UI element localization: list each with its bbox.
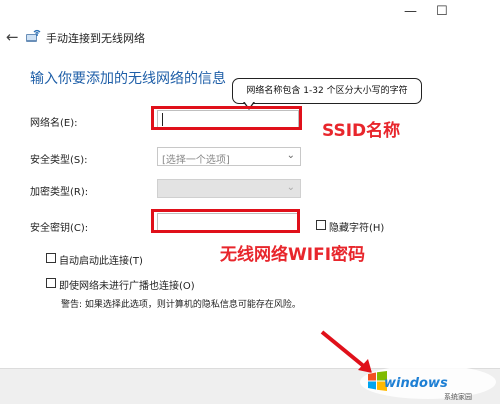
password-annotation: 无线网络WIFI密码	[220, 245, 366, 265]
watermark-sub: 系统家园	[444, 393, 472, 401]
encryption-type-label: 加密类型(R):	[30, 187, 89, 198]
security-type-label: 安全类型(S):	[30, 155, 88, 166]
encryption-type-select[interactable]: ⌄	[157, 179, 301, 198]
ssid-annotation: SSID名称	[322, 121, 401, 141]
maximize-button[interactable]: ☐	[436, 5, 448, 18]
minimize-button[interactable]: —	[404, 5, 417, 18]
connect-hidden-label: 即使网络未进行广播也连接(O)	[59, 281, 195, 292]
security-type-value: [选择一个选项]	[162, 155, 230, 166]
back-button[interactable]: ←	[6, 28, 19, 46]
network-name-highlight	[151, 106, 302, 130]
hide-characters-checkbox[interactable]	[316, 220, 326, 230]
auto-start-label: 自动启动此连接(T)	[59, 256, 143, 267]
chevron-down-icon: ⌄	[286, 182, 295, 193]
window-title: 手动连接到无线网络	[46, 32, 145, 45]
security-key-highlight	[151, 209, 300, 233]
watermark-brand: windows	[384, 376, 448, 391]
page-heading: 输入你要添加的无线网络的信息	[30, 71, 226, 87]
network-name-tooltip: 网络名称包含 1-32 个区分大小写的字符	[232, 78, 422, 104]
privacy-warning: 警告: 如果选择此选项，则计算机的隐私信息可能存在风险。	[61, 300, 301, 310]
security-key-label: 安全密钥(C):	[30, 223, 89, 234]
hide-characters-label: 隐藏字符(H)	[329, 223, 385, 234]
network-name-label: 网络名(E):	[30, 118, 78, 129]
wireless-network-icon	[26, 29, 41, 42]
chevron-down-icon: ⌄	[286, 150, 295, 161]
security-type-select[interactable]: [选择一个选项] ⌄	[157, 147, 301, 166]
connect-hidden-checkbox[interactable]	[46, 278, 56, 288]
auto-start-checkbox[interactable]	[46, 253, 56, 263]
